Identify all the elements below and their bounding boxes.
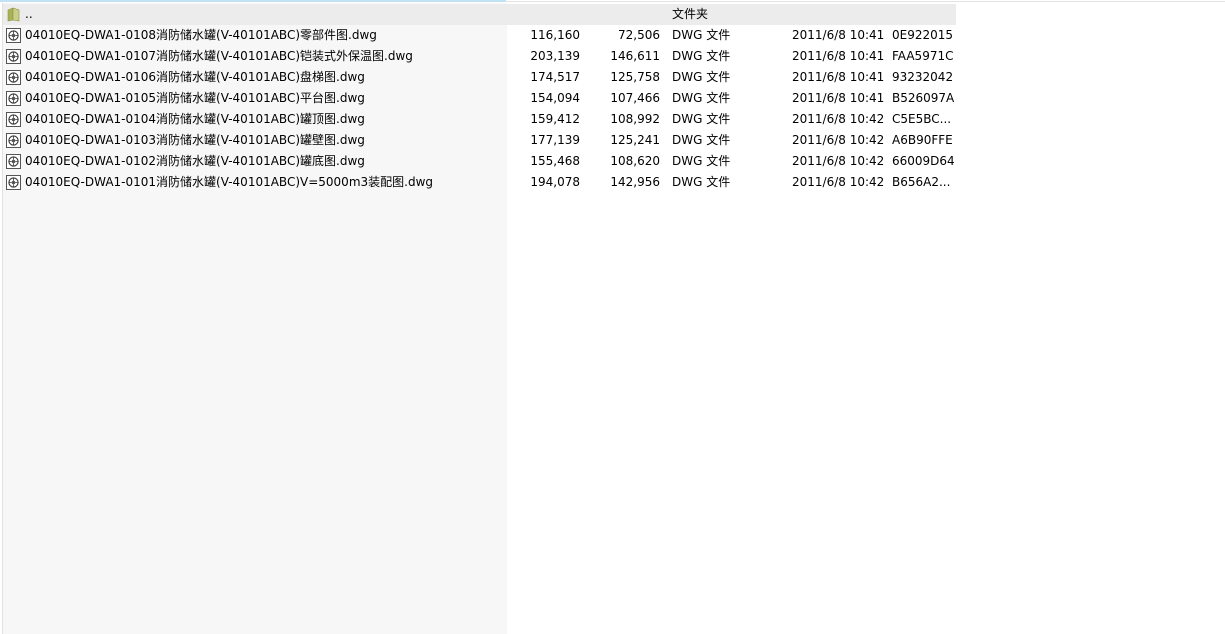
- file-type: DWG 文件: [672, 175, 731, 189]
- file-type: DWG 文件: [672, 49, 731, 63]
- file-type: DWG 文件: [672, 112, 731, 126]
- file-row[interactable]: 04010EQ-DWA1-0107消防储水罐(V-40101ABC)铠装式外保温…: [3, 46, 956, 67]
- file-type: DWG 文件: [672, 133, 731, 147]
- file-packed-size: 146,611: [610, 49, 660, 63]
- dwg-file-icon: [6, 112, 22, 127]
- file-packed-size: 125,758: [610, 70, 660, 84]
- archive-file-list-window: .. 文件夹 04010EQ-DWA1-0108消防储水罐(V-40101ABC…: [0, 0, 1225, 634]
- file-type: DWG 文件: [672, 91, 731, 105]
- sorted-column-accent: [0, 0, 506, 2]
- file-crc: B656A2...: [892, 175, 951, 189]
- dwg-file-icon: [6, 154, 22, 169]
- file-modified: 2011/6/8 10:41: [792, 70, 885, 84]
- file-name: 04010EQ-DWA1-0102消防储水罐(V-40101ABC)罐底图.dw…: [25, 154, 365, 168]
- file-name: 04010EQ-DWA1-0104消防储水罐(V-40101ABC)罐顶图.dw…: [25, 112, 365, 126]
- file-crc: A6B90FFE: [892, 133, 953, 147]
- file-list: .. 文件夹 04010EQ-DWA1-0108消防储水罐(V-40101ABC…: [3, 4, 956, 193]
- dwg-file-icon: [6, 70, 22, 85]
- file-crc: B526097A: [892, 91, 954, 105]
- file-crc: 0E922015: [892, 28, 954, 42]
- header-divider: [506, 1, 1225, 2]
- file-type: DWG 文件: [672, 70, 731, 84]
- dwg-file-icon: [6, 49, 22, 64]
- file-packed-size: 108,620: [610, 154, 660, 168]
- file-modified: 2011/6/8 10:41: [792, 28, 885, 42]
- file-crc: 93232042: [892, 70, 954, 84]
- file-name: 04010EQ-DWA1-0107消防储水罐(V-40101ABC)铠装式外保温…: [25, 49, 413, 63]
- file-row[interactable]: 04010EQ-DWA1-0106消防储水罐(V-40101ABC)盘梯图.dw…: [3, 67, 956, 88]
- file-row[interactable]: 04010EQ-DWA1-0102消防储水罐(V-40101ABC)罐底图.dw…: [3, 151, 956, 172]
- file-size: 194,078: [530, 175, 580, 189]
- file-packed-size: 107,466: [610, 91, 660, 105]
- dwg-file-icon: [6, 133, 22, 148]
- file-name: 04010EQ-DWA1-0101消防储水罐(V-40101ABC)V=5000…: [25, 175, 434, 189]
- file-name: 04010EQ-DWA1-0105消防储水罐(V-40101ABC)平台图.dw…: [25, 91, 365, 105]
- file-rows: 04010EQ-DWA1-0108消防储水罐(V-40101ABC)零部件图.d…: [3, 25, 956, 193]
- file-modified: 2011/6/8 10:42: [792, 154, 885, 168]
- file-size: 203,139: [530, 49, 580, 63]
- dwg-file-icon: [6, 91, 22, 106]
- file-modified: 2011/6/8 10:42: [792, 112, 885, 126]
- file-crc: FAA5971C: [892, 49, 954, 63]
- file-name: 04010EQ-DWA1-0106消防储水罐(V-40101ABC)盘梯图.dw…: [25, 70, 365, 84]
- file-type: DWG 文件: [672, 154, 731, 168]
- file-size: 177,139: [530, 133, 580, 147]
- file-packed-size: 72,506: [618, 28, 660, 42]
- file-row[interactable]: 04010EQ-DWA1-0103消防储水罐(V-40101ABC)罐壁图.dw…: [3, 130, 956, 151]
- file-size: 159,412: [530, 112, 580, 126]
- file-crc: 66009D64: [892, 154, 954, 168]
- dwg-file-icon: [6, 28, 22, 43]
- file-modified: 2011/6/8 10:41: [792, 49, 885, 63]
- file-size: 174,517: [530, 70, 580, 84]
- file-row[interactable]: 04010EQ-DWA1-0101消防储水罐(V-40101ABC)V=5000…: [3, 172, 956, 193]
- file-modified: 2011/6/8 10:41: [792, 91, 885, 105]
- file-row[interactable]: 04010EQ-DWA1-0108消防储水罐(V-40101ABC)零部件图.d…: [3, 25, 956, 46]
- file-modified: 2011/6/8 10:42: [792, 133, 885, 147]
- file-size: 116,160: [530, 28, 580, 42]
- file-name: 04010EQ-DWA1-0103消防储水罐(V-40101ABC)罐壁图.dw…: [25, 133, 365, 147]
- file-crc: C5E5BC...: [892, 112, 952, 126]
- file-modified: 2011/6/8 10:42: [792, 175, 885, 189]
- file-type: DWG 文件: [672, 28, 731, 42]
- file-packed-size: 125,241: [610, 133, 660, 147]
- file-packed-size: 142,956: [610, 175, 660, 189]
- parent-folder-row[interactable]: .. 文件夹: [3, 4, 956, 25]
- folder-icon: [6, 7, 22, 22]
- file-name: 04010EQ-DWA1-0108消防储水罐(V-40101ABC)零部件图.d…: [25, 28, 377, 42]
- file-row[interactable]: 04010EQ-DWA1-0105消防储水罐(V-40101ABC)平台图.dw…: [3, 88, 956, 109]
- file-row[interactable]: 04010EQ-DWA1-0104消防储水罐(V-40101ABC)罐顶图.dw…: [3, 109, 956, 130]
- parent-folder-name: ..: [25, 7, 33, 21]
- file-size: 154,094: [530, 91, 580, 105]
- parent-folder-type: 文件夹: [672, 7, 709, 21]
- file-size: 155,468: [530, 154, 580, 168]
- file-packed-size: 108,992: [610, 112, 660, 126]
- dwg-file-icon: [6, 175, 22, 190]
